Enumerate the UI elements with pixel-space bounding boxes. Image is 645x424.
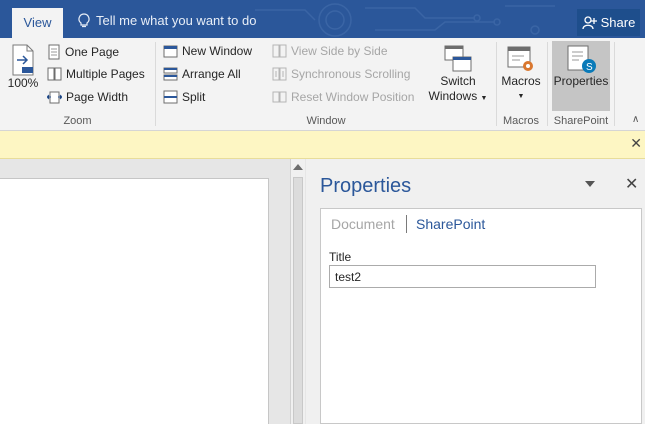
view-side-by-side-label: View Side by Side (291, 44, 388, 58)
group-separator (496, 42, 497, 126)
word-window: View Tell me what you want to do Share 1… (0, 0, 645, 424)
page-width-button[interactable]: Page Width (47, 90, 128, 104)
reset-window-position-label: Reset Window Position (291, 90, 415, 104)
one-page-icon (48, 44, 60, 60)
tab-view[interactable]: View (12, 8, 63, 38)
reset-window-position-button[interactable]: Reset Window Position (272, 90, 414, 104)
view-side-by-side-button[interactable]: View Side by Side (272, 44, 388, 58)
new-window-icon (163, 45, 178, 58)
scrollbar-thumb[interactable] (293, 177, 303, 424)
share-label: Share (600, 15, 636, 30)
message-bar: ✕ (0, 131, 645, 159)
macros-button[interactable]: Macros ▼ (498, 44, 544, 104)
close-icon[interactable]: ✕ (630, 135, 642, 152)
page-width-icon (47, 91, 62, 104)
tab-document[interactable]: Document (331, 216, 395, 232)
tab-separator (406, 215, 407, 233)
switch-windows-label-line1: Switch (440, 74, 476, 88)
one-page-button[interactable]: One Page (47, 44, 119, 60)
arrange-all-label: Arrange All (182, 67, 241, 81)
document-page[interactable] (0, 178, 269, 424)
sharepoint-group-label: SharePoint (553, 115, 609, 127)
split-label: Split (182, 90, 206, 104)
title-field[interactable] (329, 265, 596, 288)
zoom-100-button[interactable]: 100% (6, 44, 40, 91)
synchronous-scrolling-button[interactable]: Synchronous Scrolling (272, 67, 410, 81)
group-separator (614, 42, 615, 126)
switch-windows-button[interactable]: Switch Windows ▼ (426, 44, 490, 106)
lightbulb-icon (78, 13, 90, 28)
person-add-icon (581, 15, 597, 29)
macros-group-label: Macros (502, 115, 540, 127)
properties-button[interactable]: S Properties (552, 44, 610, 89)
chevron-down-icon: ▼ (517, 93, 525, 100)
pane-title: Properties (320, 175, 412, 197)
title-field-label: Title (329, 250, 352, 264)
synchronous-scrolling-label: Synchronous Scrolling (291, 67, 411, 81)
circuit-pattern-decoration (255, 3, 555, 37)
vertical-scrollbar[interactable] (290, 159, 305, 424)
zoom-100-label: 100% (7, 76, 39, 90)
split-button[interactable]: Split (163, 90, 205, 104)
tell-me-box[interactable]: Tell me what you want to do (78, 13, 256, 28)
zoom-100-icon (12, 44, 34, 76)
ribbon: 100% One Page Multiple Pages Page Width … (0, 38, 645, 131)
group-separator (547, 42, 548, 126)
tab-sharepoint[interactable]: SharePoint (416, 216, 485, 232)
window-group-label: Window (306, 115, 346, 127)
arrange-all-button[interactable]: Arrange All (163, 67, 241, 81)
share-button[interactable]: Share (577, 9, 640, 36)
new-window-label: New Window (182, 44, 253, 58)
pane-content: Document SharePoint Title (320, 208, 642, 424)
split-icon (163, 90, 178, 104)
properties-icon: S (567, 45, 596, 73)
synchronous-scrolling-icon (272, 67, 287, 81)
properties-pane: Properties ✕ Document SharePoint Title (306, 159, 645, 424)
collapse-ribbon-icon[interactable]: ∧ (632, 114, 639, 125)
multiple-pages-label: Multiple Pages (66, 67, 145, 81)
close-icon[interactable]: ✕ (625, 174, 638, 194)
arrange-all-icon (163, 67, 178, 81)
switch-windows-icon (444, 45, 472, 72)
macros-label: Macros (501, 74, 541, 88)
view-side-by-side-icon (272, 44, 287, 58)
chevron-down-icon: ▼ (480, 95, 488, 102)
properties-label: Properties (553, 74, 609, 88)
scroll-up-icon[interactable] (293, 164, 303, 170)
new-window-button[interactable]: New Window (163, 44, 252, 58)
ribbon-tab-bar: View Tell me what you want to do Share (0, 0, 645, 38)
tell-me-text: Tell me what you want to do (96, 13, 257, 28)
group-separator (155, 42, 156, 126)
pane-options-icon[interactable] (585, 181, 595, 187)
macros-icon (507, 46, 533, 71)
document-area (0, 159, 290, 424)
multiple-pages-icon (47, 67, 62, 81)
multiple-pages-button[interactable]: Multiple Pages (47, 67, 145, 81)
one-page-label: One Page (65, 45, 120, 59)
reset-window-position-icon (272, 91, 287, 103)
svg-text:S: S (586, 62, 593, 73)
page-width-label: Page Width (66, 90, 129, 104)
zoom-group-label: Zoom (63, 115, 92, 127)
switch-windows-label-line2: Windows ▼ (428, 89, 488, 103)
